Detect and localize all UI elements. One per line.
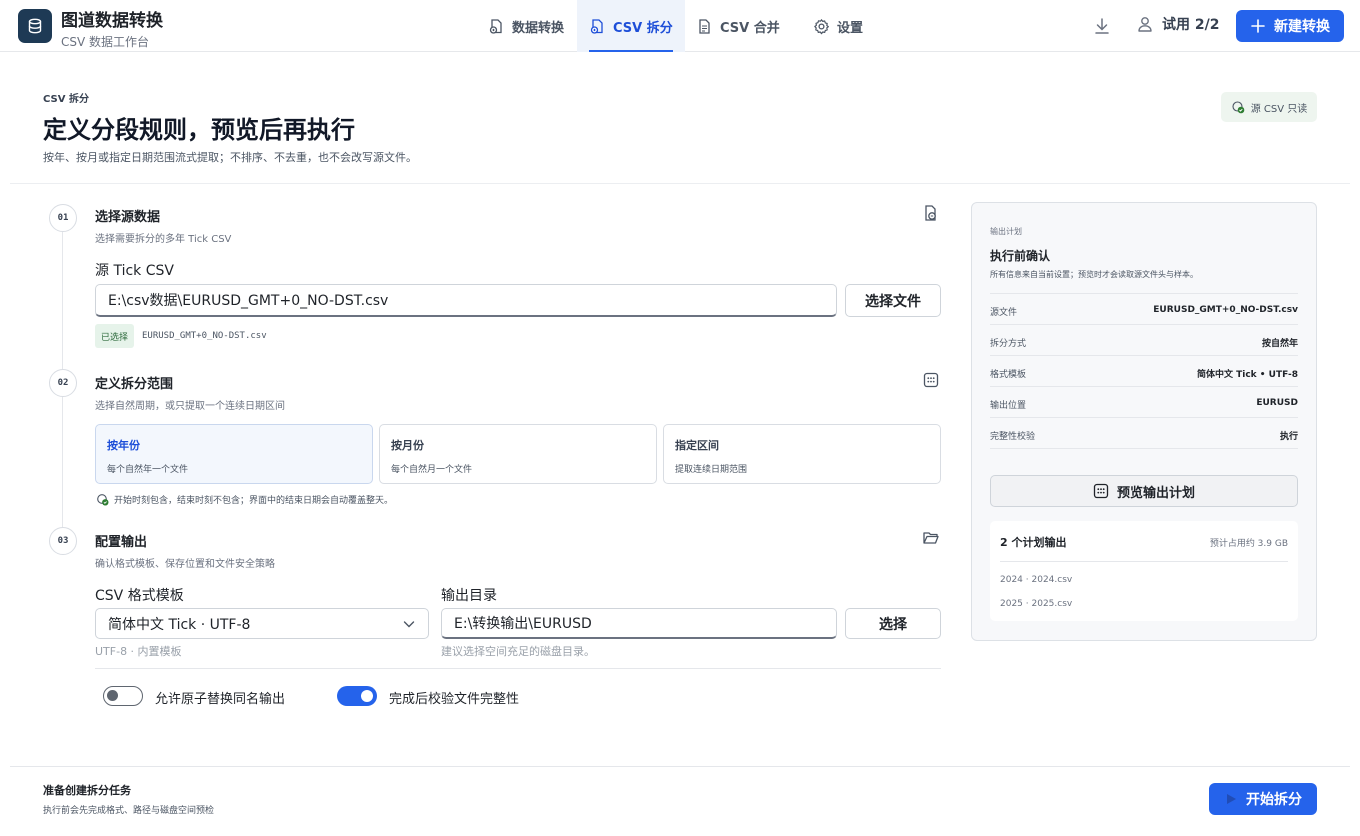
readonly-badge: 源 CSV 只读 xyxy=(1221,92,1317,122)
planned-outputs: 2 个计划输出 预计占用约 3.9 GB 2024 · 2024.csv 202… xyxy=(990,521,1298,621)
template-hint: UTF-8 · 内置模板 xyxy=(95,645,182,658)
new-conversion-button[interactable]: 新建转换 xyxy=(1236,10,1344,42)
gear-icon xyxy=(813,18,830,35)
choose-file-button[interactable]: 选择文件 xyxy=(845,284,941,317)
app-name: 图道数据转换 xyxy=(61,11,163,31)
option-by-year[interactable]: 按年份 每个自然年一个文件 xyxy=(95,424,373,484)
template-label: CSV 格式模板 xyxy=(95,588,184,604)
step2-description: 选择自然周期，或只提取一个连续日期区间 xyxy=(95,401,285,412)
verify-integrity-toggle[interactable] xyxy=(337,686,377,706)
atomic-replace-label: 允许原子替换同名输出 xyxy=(155,692,286,707)
range-note: 开始时刻包含，结束时刻不包含；界面中的结束日期会自动覆盖整天。 xyxy=(96,493,393,506)
option-date-range[interactable]: 指定区间 提取连续日期范围 xyxy=(663,424,941,484)
grid-icon xyxy=(1093,483,1109,499)
selected-file-name: EURUSD_GMT+0_NO-DST.csv xyxy=(142,331,267,341)
trial-status[interactable]: 试用 2/2 xyxy=(1136,14,1219,34)
output-plan-panel: 输出计划 执行前确认 所有信息来自当前设置；预览时才会读取源文件头与样本。 源文… xyxy=(971,202,1317,641)
preview-plan-button[interactable]: 预览输出计划 xyxy=(990,475,1298,507)
folder-open-icon xyxy=(922,529,940,547)
page-title: 定义分段规则，预览后再执行 xyxy=(43,116,355,144)
tab-csv-split[interactable]: CSV 拆分 xyxy=(577,0,685,52)
verify-integrity-label: 完成后校验文件完整性 xyxy=(389,692,520,707)
file-split-icon xyxy=(589,18,606,35)
footer-divider xyxy=(10,766,1350,767)
footer-title: 准备创建拆分任务 xyxy=(43,784,131,797)
output-dir-label: 输出目录 xyxy=(441,588,497,604)
selected-tag: 已选择 xyxy=(95,324,135,348)
step2-title: 定义拆分范围 xyxy=(95,377,174,392)
file-convert-icon xyxy=(488,18,505,35)
output-dir-hint: 建议选择空间充足的磁盘目录。 xyxy=(441,645,595,658)
step3-title: 配置输出 xyxy=(95,535,148,550)
step-number-3: 03 xyxy=(49,527,77,555)
source-path-input[interactable]: E:\csv数据\EURUSD_GMT+0_NO-DST.csv xyxy=(95,284,837,317)
tab-csv-merge[interactable]: CSV 合并 xyxy=(684,0,792,52)
choose-dir-button[interactable]: 选择 xyxy=(845,608,941,639)
plan-row-template: 格式模板 简体中文 Tick • UTF-8 xyxy=(990,355,1298,386)
step-number-1: 01 xyxy=(49,204,77,232)
chevron-down-icon xyxy=(402,617,416,631)
check-shield-icon xyxy=(96,493,109,506)
output-item: 2024 · 2024.csv xyxy=(1000,575,1073,585)
database-logo-icon xyxy=(18,9,52,43)
shield-check-icon xyxy=(1231,100,1245,114)
play-icon xyxy=(1224,792,1238,806)
calendar-grid-icon xyxy=(922,371,940,389)
step1-title: 选择源数据 xyxy=(95,210,161,225)
file-search-icon xyxy=(922,204,940,222)
start-split-button[interactable]: 开始拆分 xyxy=(1209,783,1317,815)
file-merge-icon xyxy=(696,18,713,35)
plan-row-output-location: 输出位置 EURUSD xyxy=(990,386,1298,417)
step3-description: 确认格式模板、保存位置和文件安全策略 xyxy=(95,559,275,570)
download-icon[interactable] xyxy=(1090,14,1114,38)
app-subtitle: CSV 数据工作台 xyxy=(61,35,150,49)
step1-description: 选择需要拆分的多年 Tick CSV xyxy=(95,234,232,245)
template-select[interactable]: 简体中文 Tick · UTF-8 xyxy=(95,608,429,639)
step-number-2: 02 xyxy=(49,369,77,397)
header-divider xyxy=(10,183,1350,184)
tab-settings[interactable]: 设置 xyxy=(801,0,875,52)
source-csv-label: 源 Tick CSV xyxy=(95,263,174,279)
atomic-replace-toggle[interactable] xyxy=(103,686,143,706)
output-dir-input[interactable]: E:\转换输出\EURUSD xyxy=(441,608,837,639)
plan-row-split-mode: 拆分方式 按自然年 xyxy=(990,324,1298,355)
output-divider xyxy=(95,668,941,669)
outputs-size: 预计占用约 3.9 GB xyxy=(1209,539,1288,549)
tab-data-convert[interactable]: 数据转换 xyxy=(476,0,576,52)
plan-description: 所有信息来自当前设置；预览时才会读取源文件头与样本。 xyxy=(990,270,1198,279)
plan-row-source: 源文件 EURUSD_GMT+0_NO-DST.csv xyxy=(990,293,1298,324)
plan-row-integrity: 完整性校验 执行 xyxy=(990,417,1298,448)
output-item: 2025 · 2025.csv xyxy=(1000,599,1073,609)
page-description: 按年、按月或指定日期范围流式提取；不排序、不去重，也不会改写源文件。 xyxy=(43,151,417,164)
plan-eyebrow: 输出计划 xyxy=(990,227,1022,236)
plus-icon xyxy=(1250,18,1266,34)
plan-title: 执行前确认 xyxy=(990,249,1051,263)
outputs-count: 2 个计划输出 xyxy=(1000,536,1067,549)
footer-description: 执行前会先完成格式、路径与磁盘空间预检 xyxy=(43,806,215,816)
plan-rows-end-divider xyxy=(990,448,1298,449)
option-by-month[interactable]: 按月份 每个自然月一个文件 xyxy=(379,424,657,484)
top-bar: 图道数据转换 CSV 数据工作台 数据转换 CSV 拆分 CSV 合并 设置 试… xyxy=(0,0,1360,52)
user-icon xyxy=(1136,15,1154,33)
page-eyebrow: CSV 拆分 xyxy=(43,94,89,105)
